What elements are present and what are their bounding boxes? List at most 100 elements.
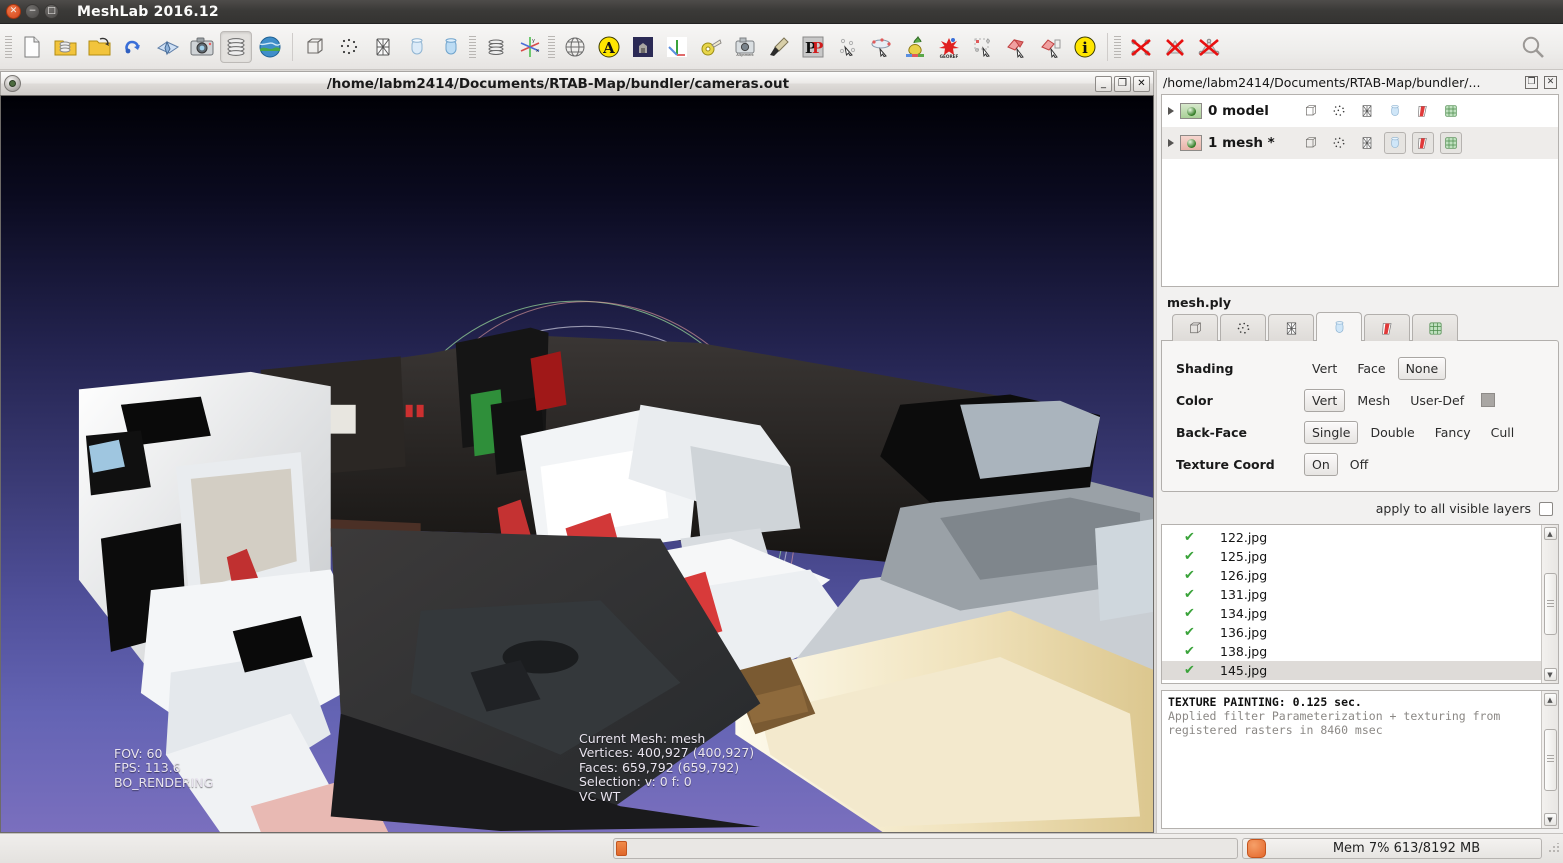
open-folder-mesh-icon[interactable] <box>50 31 82 63</box>
measure-tape-icon[interactable] <box>695 31 727 63</box>
layers-stack-small-icon[interactable] <box>480 31 512 63</box>
list-item[interactable]: ✔122.jpg <box>1162 528 1541 547</box>
dock-float-button[interactable]: ❐ <box>1525 76 1538 89</box>
colorize-icon[interactable] <box>899 31 931 63</box>
texture-list[interactable]: ✔122.jpg ✔125.jpg ✔126.jpg ✔131.jpg ✔134… <box>1161 524 1559 684</box>
georef-icon[interactable]: GEOREF <box>933 31 965 63</box>
toolbar-drag-handle-2[interactable] <box>469 36 476 58</box>
flat-icon[interactable] <box>1384 100 1406 122</box>
toolbar-drag-handle[interactable] <box>5 36 12 58</box>
document-minimize-button[interactable]: _ <box>1095 76 1112 92</box>
layer-row[interactable]: 0 model <box>1162 95 1558 127</box>
connected-select-icon[interactable] <box>865 31 897 63</box>
shadow-box-icon[interactable] <box>627 31 659 63</box>
point-select-icon[interactable] <box>831 31 863 63</box>
window-minimize-button[interactable]: − <box>25 4 40 19</box>
delete-faces-vertices-icon[interactable] <box>1193 31 1225 63</box>
tab-wireframe[interactable] <box>1268 314 1314 341</box>
wireframe-icon[interactable] <box>367 31 399 63</box>
smooth-icon[interactable] <box>1412 100 1434 122</box>
shading-option-none[interactable]: None <box>1398 357 1447 380</box>
show-raster-dialog-icon[interactable] <box>254 31 286 63</box>
eye-pink-icon[interactable] <box>1180 135 1202 151</box>
tab-texture[interactable] <box>1412 314 1458 341</box>
points-icon[interactable] <box>1328 100 1350 122</box>
3d-viewport[interactable]: FOV: 60 FPS: 113.6 BO_RENDERING Current … <box>0 95 1154 833</box>
tab-flat[interactable] <box>1316 312 1362 341</box>
list-item[interactable]: ✔126.jpg <box>1162 566 1541 585</box>
face-select-icon[interactable] <box>1001 31 1033 63</box>
bounding-box-icon[interactable] <box>299 31 331 63</box>
color-option-user-def[interactable]: User-Def <box>1402 389 1472 412</box>
new-document-icon[interactable] <box>16 31 48 63</box>
face-select-2-icon[interactable] <box>1035 31 1067 63</box>
list-item[interactable]: ✔138.jpg <box>1162 642 1541 661</box>
flat-lines-icon[interactable] <box>435 31 467 63</box>
list-item[interactable]: ✔125.jpg <box>1162 547 1541 566</box>
pp-picker-icon[interactable]: PP <box>797 31 829 63</box>
document-restore-button[interactable]: ❐ <box>1114 76 1131 92</box>
list-item[interactable]: ✔136.jpg <box>1162 623 1541 642</box>
texture-icon[interactable] <box>1440 132 1462 154</box>
delete-vertices-icon[interactable] <box>1125 31 1157 63</box>
back-face-option-double[interactable]: Double <box>1362 421 1422 444</box>
back-face-option-cull[interactable]: Cull <box>1483 421 1523 444</box>
bounding-box-icon[interactable] <box>1300 100 1322 122</box>
color-swatch[interactable] <box>1481 393 1495 407</box>
search-icon[interactable] <box>1517 31 1549 63</box>
scroll-down-icon[interactable]: ▼ <box>1544 813 1557 826</box>
window-close-button[interactable]: ✕ <box>6 4 21 19</box>
scrollbar-thumb[interactable] <box>1544 573 1557 635</box>
log-scrollbar[interactable]: ▲ ▼ <box>1541 691 1558 828</box>
list-item[interactable]: ✔131.jpg <box>1162 585 1541 604</box>
wireframe-icon[interactable] <box>1356 132 1378 154</box>
list-item[interactable]: ✔134.jpg <box>1162 604 1541 623</box>
resize-grip[interactable] <box>1548 843 1559 854</box>
tab-points[interactable] <box>1220 314 1266 341</box>
flat-icon[interactable] <box>1384 132 1406 154</box>
log-panel[interactable]: TEXTURE PAINTING: 0.125 sec. Applied fil… <box>1161 690 1559 829</box>
texture-coord-option-on[interactable]: On <box>1304 453 1338 476</box>
back-face-option-single[interactable]: Single <box>1304 421 1358 444</box>
toolbar-drag-handle-3[interactable] <box>548 36 555 58</box>
layer-row[interactable]: 1 mesh * <box>1162 127 1558 159</box>
shading-option-vert[interactable]: Vert <box>1304 357 1345 380</box>
document-close-button[interactable]: ✕ <box>1133 76 1150 92</box>
layer-list[interactable]: 0 model <box>1161 94 1559 287</box>
texture-coord-option-off[interactable]: Off <box>1342 453 1376 476</box>
expand-triangle-icon[interactable] <box>1168 139 1174 147</box>
tab-smooth[interactable] <box>1364 314 1410 341</box>
smooth-icon[interactable] <box>1412 132 1434 154</box>
info-icon[interactable]: i <box>1069 31 1101 63</box>
axes-icon[interactable] <box>661 31 693 63</box>
texture-icon[interactable] <box>1440 100 1462 122</box>
window-maximize-button[interactable]: □ <box>44 4 59 19</box>
show-layer-dialog-icon[interactable] <box>220 31 252 63</box>
axis-trackball-icon[interactable]: yx <box>514 31 546 63</box>
delete-faces-icon[interactable] <box>1159 31 1191 63</box>
open-folder-arrow-icon[interactable] <box>84 31 116 63</box>
rect-select-icon[interactable] <box>967 31 999 63</box>
dock-close-button[interactable]: ✕ <box>1544 76 1557 89</box>
document-titlebar[interactable]: /home/labm2414/Documents/RTAB-Map/bundle… <box>0 71 1154 95</box>
back-face-option-fancy[interactable]: Fancy <box>1427 421 1479 444</box>
toolbar-drag-handle-4[interactable] <box>1114 36 1121 58</box>
wireframe-icon[interactable] <box>1356 100 1378 122</box>
eye-green-icon[interactable] <box>1180 103 1202 119</box>
save-mesh-icon[interactable] <box>152 31 184 63</box>
scroll-down-icon[interactable]: ▼ <box>1544 668 1557 681</box>
color-option-vert[interactable]: Vert <box>1304 389 1345 412</box>
paintbrush-icon[interactable] <box>763 31 795 63</box>
hidden-lines-icon[interactable] <box>401 31 433 63</box>
expand-triangle-icon[interactable] <box>1168 107 1174 115</box>
reload-icon[interactable] <box>118 31 150 63</box>
bounding-box-icon[interactable] <box>1300 132 1322 154</box>
scrollbar-thumb[interactable] <box>1544 729 1557 791</box>
points-icon[interactable] <box>333 31 365 63</box>
list-item-selected[interactable]: ✔145.jpg <box>1162 661 1541 680</box>
sphere-wire-icon[interactable] <box>559 31 591 63</box>
scroll-up-icon[interactable]: ▲ <box>1544 527 1557 540</box>
apply-all-layers-checkbox[interactable] <box>1539 502 1553 516</box>
camera-snapshot-icon[interactable] <box>186 31 218 63</box>
scroll-up-icon[interactable]: ▲ <box>1544 693 1557 706</box>
